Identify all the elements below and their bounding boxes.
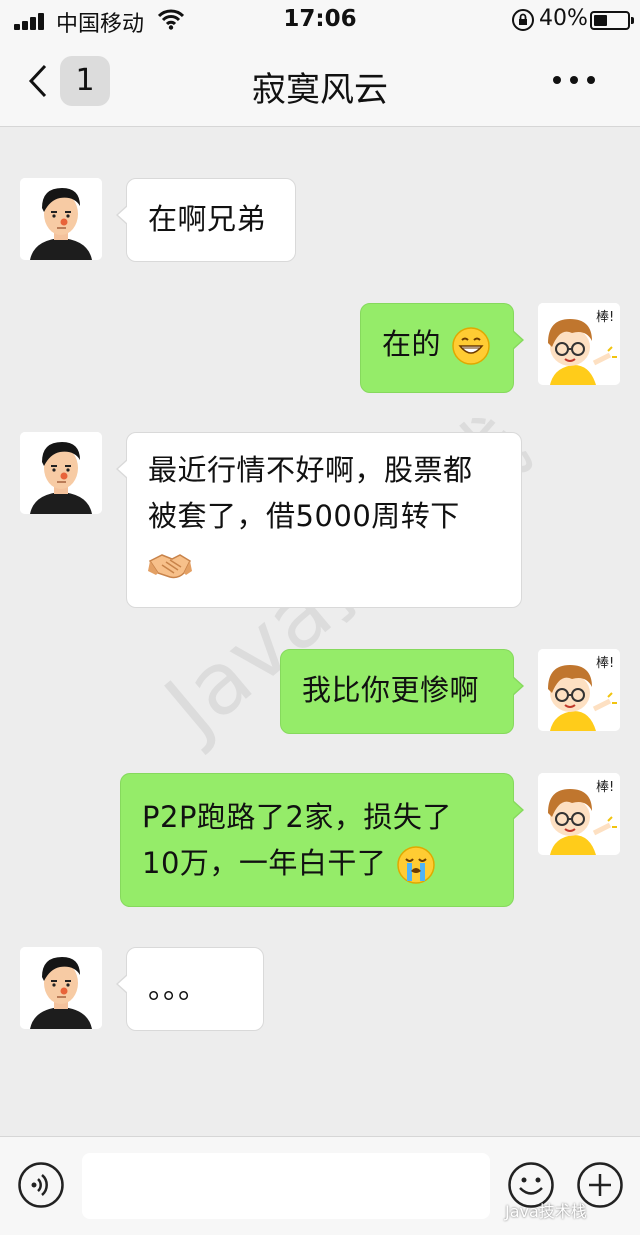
contact-avatar[interactable] [20,178,102,260]
more-options-icon[interactable] [553,76,595,86]
message-text: 我比你更惨啊 [302,673,480,707]
battery-icon [590,11,634,30]
back-chevron-icon[interactable] [28,64,48,98]
voice-input-icon[interactable] [17,1161,65,1209]
handshake-emoji-icon [148,554,192,579]
orientation-lock-icon [512,9,534,31]
battery-percent: 40% [539,6,588,31]
message-bubble-outgoing[interactable]: 我比你更惨啊 [280,649,524,734]
message-text: 。。。 [148,971,208,1005]
contact-avatar-image [20,178,102,260]
message-text: 在的 [382,327,442,361]
chat-title: 寂寞风云 [252,70,388,110]
source-credit: Java技术栈 [505,1202,587,1221]
message-bubble-incoming[interactable]: 在啊兄弟 [116,178,296,262]
self-avatar[interactable]: 棒! [538,773,620,855]
contact-avatar-image [20,432,102,514]
sticker-text: 棒! [596,780,614,795]
message-bubble-incoming[interactable]: 。。。 [116,947,264,1031]
self-avatar[interactable]: 棒! [538,649,620,731]
self-avatar-image: 棒! [538,303,620,385]
contact-avatar[interactable] [20,947,102,1029]
status-bar: 中国移动 17:06 40% [0,0,640,40]
self-avatar-image: 棒! [538,649,620,731]
sticker-text: 棒! [596,656,614,671]
sticker-text: 棒! [596,310,614,325]
message-text-line: 10万，一年白干了 [142,846,387,880]
contact-avatar-image [20,947,102,1029]
contact-avatar[interactable] [20,432,102,514]
unread-count-badge[interactable]: 1 [60,56,110,106]
message-bubble-outgoing[interactable]: P2P跑路了2家，损失了 10万，一年白干了 [120,773,524,907]
message-bubble-outgoing[interactable]: 在的 [360,303,524,393]
chat-header: 1 寂寞风云 [0,40,640,127]
self-avatar-image: 棒! [538,773,620,855]
message-text-line: P2P跑路了2家，损失了 [142,800,452,834]
self-avatar[interactable]: 棒! [538,303,620,385]
crying-face-emoji-icon [397,846,435,884]
message-text-line: 被套了，借5000周转下 [148,499,460,533]
message-text-line: 最近行情不好啊，股票都 [148,453,473,487]
message-text: 在啊兄弟 [148,202,267,236]
grinning-face-emoji-icon [451,327,490,365]
message-input[interactable] [82,1153,490,1219]
message-bubble-incoming[interactable]: 最近行情不好啊，股票都 被套了，借5000周转下 [116,432,522,608]
